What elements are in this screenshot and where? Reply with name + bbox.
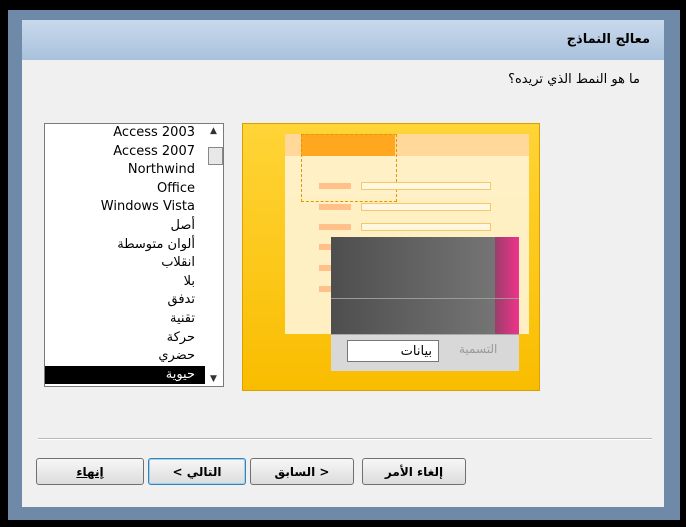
styles-list: Access 2003 Access 2007 Northwind Office…: [45, 124, 205, 385]
next-button[interactable]: التالي >: [148, 458, 246, 485]
preview-field-bar: [361, 223, 491, 231]
list-item[interactable]: ألوان متوسطة: [45, 236, 205, 255]
list-item[interactable]: انقلاب: [45, 254, 205, 273]
window-title: معالج النماذج: [566, 32, 650, 47]
styles-listbox[interactable]: Access 2003 Access 2007 Northwind Office…: [44, 123, 224, 387]
preview-divider: [331, 298, 519, 299]
list-item[interactable]: حضري: [45, 347, 205, 366]
scroll-up-arrow-icon[interactable]: ▲: [210, 126, 217, 136]
scrollbar-thumb[interactable]: [208, 147, 223, 165]
list-item[interactable]: بلا: [45, 273, 205, 292]
cancel-button-label: إلغاء الأمر: [384, 465, 444, 479]
back-button-label: < السابق: [274, 465, 330, 479]
wizard-client-area: ما هو النمط الذي تريده؟ Access 2003 Acce…: [22, 60, 664, 507]
title-bar: معالج النماذج: [22, 20, 664, 60]
preview-pink-accent: [495, 237, 519, 335]
list-item-selected[interactable]: حيوية: [45, 365, 205, 385]
finish-button[interactable]: إنهاء: [36, 458, 144, 485]
preview-label-bar: [319, 265, 331, 271]
scroll-down-arrow-icon[interactable]: ▼: [210, 374, 217, 384]
preview-caption-label: التسمية: [459, 342, 498, 356]
list-item[interactable]: تقنية: [45, 310, 205, 329]
list-scrollbar[interactable]: ▲ ▼: [206, 124, 223, 386]
cancel-button[interactable]: إلغاء الأمر: [362, 458, 466, 485]
style-question: ما هو النمط الذي تريده؟: [508, 72, 640, 87]
preview-value-box: بيانات: [347, 340, 439, 362]
preview-selection-outline: [301, 134, 397, 202]
list-item[interactable]: Northwind: [45, 161, 205, 180]
list-item[interactable]: Windows Vista: [45, 198, 205, 217]
preview-field-bar: [361, 182, 491, 190]
preview-label-bar: [319, 224, 351, 230]
list-item[interactable]: Access 2003: [45, 124, 205, 143]
list-item[interactable]: تدفق: [45, 291, 205, 310]
preview-dark-gradient: [331, 237, 519, 335]
list-item[interactable]: أصل: [45, 217, 205, 236]
style-preview: التسمية بيانات: [242, 123, 540, 391]
preview-label-bar: [319, 183, 351, 189]
preview-label-bar: [319, 286, 331, 292]
list-item[interactable]: Access 2007: [45, 143, 205, 162]
list-item[interactable]: Office: [45, 180, 205, 199]
back-button[interactable]: < السابق: [250, 458, 354, 485]
preview-field-bar: [361, 203, 491, 211]
button-separator: [38, 438, 652, 440]
finish-button-label: إنهاء: [76, 465, 104, 479]
list-item[interactable]: حركة: [45, 329, 205, 348]
preview-label-bar: [319, 204, 351, 210]
preview-label-bar: [319, 244, 331, 250]
next-button-label: التالي >: [172, 465, 222, 479]
